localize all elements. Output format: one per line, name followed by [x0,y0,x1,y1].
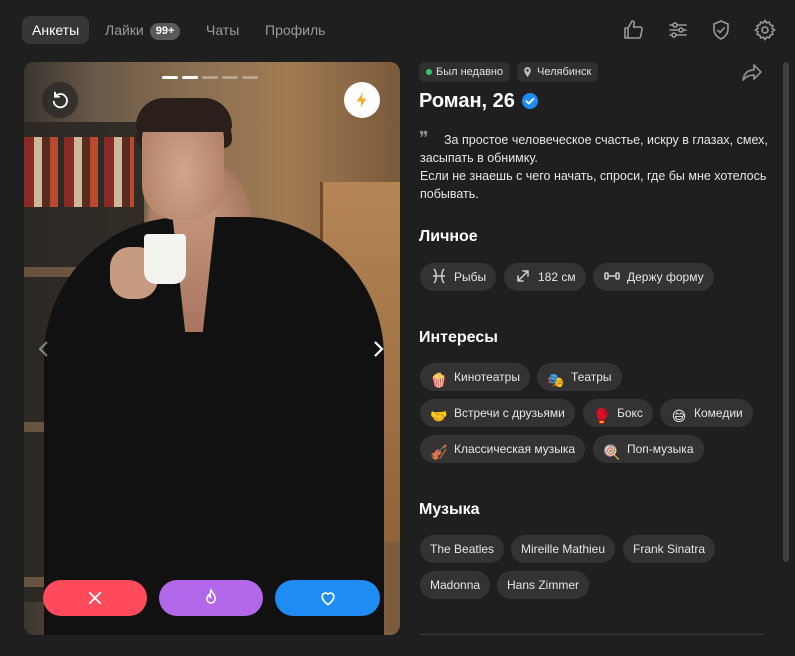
photo-person-body [44,217,384,635]
chip-interest: 🍭 Поп-музыка [593,435,704,463]
chevron-left-icon [38,341,48,357]
photo-dot [222,76,238,79]
section-title-music: Музыка [419,501,480,518]
chip-interest: 🍿 Кинотеатры [420,363,530,391]
chip-artist: Hans Zimmer [497,571,590,599]
lightning-icon [356,92,367,108]
thumbs-up-icon[interactable] [621,18,645,42]
profile-bio: За простое человеческое счастье, искру в… [420,133,768,201]
photo-coffee-cup [144,234,186,284]
photo-person-hair-top [136,98,232,132]
likes-count-badge: 99+ [149,23,181,40]
chip-zodiac: Рыбы [420,263,497,291]
next-photo-button[interactable] [366,334,390,364]
chip-label: Театры [571,370,612,384]
tab-ankety[interactable]: Анкеты [22,16,90,44]
section-divider [419,634,764,635]
chip-label: Комедии [694,406,743,420]
chip-label: Держу форму [627,270,704,284]
close-icon [88,591,102,605]
chip-artist: Mireille Mathieu [511,535,616,563]
like-button[interactable] [275,580,380,616]
scrollbar[interactable] [783,62,789,562]
gear-icon[interactable] [753,18,777,42]
violin-icon: 🎻 [430,444,448,460]
heart-icon [320,592,335,606]
boost-button[interactable] [344,82,380,118]
profile-name: Роман, 26 [419,90,515,112]
chip-interest: 🥊 Бокс [583,399,653,427]
status-badge: Был недавно [419,62,511,82]
profile-photo[interactable] [24,62,400,635]
chip-interest: 😅 Комедии [660,399,753,427]
sliders-icon[interactable] [666,18,690,42]
top-navigation: Анкеты Лайки 99+ Чаты Профиль [0,0,795,60]
pisces-icon [433,268,445,284]
lollipop-icon: 🍭 [603,444,621,460]
chip-label: Бокс [617,406,643,420]
photo-dot [202,76,218,79]
chip-artist: Madonna [420,571,491,599]
sweat-smile-icon: 😅 [671,408,687,424]
chip-label: Поп-музыка [627,442,694,456]
chip-interest: 🎻 Классическая музыка [420,435,586,463]
tab-likes[interactable]: Лайки 99+ [105,16,181,44]
dumbbell-icon [604,272,620,280]
popcorn-icon: 🍿 [430,372,448,388]
tab-profile[interactable]: Профиль [265,16,325,44]
photo-dot [182,76,198,79]
expand-icon [517,270,529,282]
dislike-button[interactable] [43,580,147,616]
prev-photo-button[interactable] [32,334,56,364]
city-badge: Челябинск [517,62,599,82]
section-title-interests: Интересы [419,329,498,346]
photo-books [24,137,134,207]
chip-interest: 🤝 Встречи с друзьями [420,399,575,427]
chip-interest: 🎭 Театры [537,363,622,391]
chip-height: 182 см [504,263,586,291]
chip-artist: Frank Sinatra [623,535,716,563]
status-text: Был недавно [436,66,504,78]
shield-check-icon[interactable] [709,18,733,42]
chip-label: 182 см [538,270,576,284]
superlike-button[interactable] [159,580,263,616]
tab-label: Профиль [265,22,326,38]
chip-fitness: Держу форму [593,263,714,291]
tab-label: Чаты [206,22,240,38]
location-pin-icon [524,67,531,77]
share-arrow-icon [742,64,762,81]
handshake-icon: 🤝 [430,408,448,424]
tab-label: Анкеты [32,22,80,38]
city-text: Челябинск [537,66,592,78]
tab-label: Лайки [105,22,144,38]
boxing-glove-icon: 🥊 [593,408,611,424]
chevron-right-icon [374,341,384,357]
undo-button[interactable] [42,82,78,118]
fire-icon [206,588,216,604]
chip-label: Рыбы [454,270,487,284]
photo-dot [242,76,258,79]
share-button[interactable] [740,62,764,84]
verified-icon [522,93,538,109]
chip-label: Кинотеатры [454,370,520,384]
section-title-personal: Личное [419,228,478,245]
theater-masks-icon: 🎭 [547,372,565,388]
undo-icon [52,91,68,109]
chip-label: Классическая музыка [454,442,576,456]
photo-dot [162,76,178,79]
online-dot-icon [426,69,432,75]
chip-artist: The Beatles [420,535,505,563]
chip-label: Встречи с друзьями [454,406,565,420]
tab-chats[interactable]: Чаты [206,16,239,44]
